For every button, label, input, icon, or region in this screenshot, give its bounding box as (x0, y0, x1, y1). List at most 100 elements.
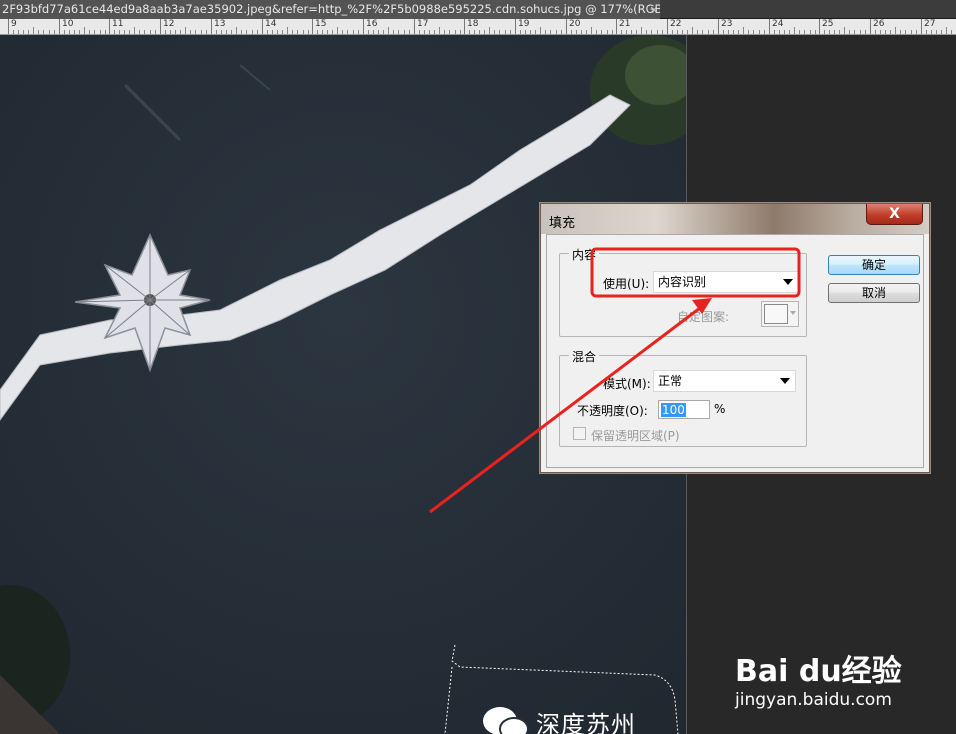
ruler-tick (718, 19, 719, 34)
ruler-label: 17 (417, 19, 429, 29)
content-group-label: 内容 (569, 246, 600, 263)
ok-button[interactable]: 确定 (828, 255, 920, 275)
ruler-tick (515, 19, 516, 34)
ruler-minor-tick (358, 30, 359, 34)
ruler-minor-tick (489, 27, 490, 34)
ruler-minor-tick (277, 30, 278, 34)
ruler-minor-tick (794, 27, 795, 34)
ruler-tick (8, 19, 9, 34)
ruler-minor-tick (895, 27, 896, 34)
ruler-tick (109, 19, 110, 34)
ruler-minor-tick (520, 30, 521, 34)
ruler-minor-tick (429, 30, 430, 34)
ruler-tick (160, 19, 161, 34)
ruler-minor-tick (69, 30, 70, 34)
document-tab-close-icon[interactable]: × (648, 0, 660, 19)
opacity-input[interactable]: 100 (658, 400, 710, 419)
ruler-minor-tick (332, 30, 333, 34)
ruler-minor-tick (373, 30, 374, 34)
ruler-minor-tick (201, 30, 202, 34)
mode-select[interactable]: 正常 (653, 370, 796, 392)
ruler-minor-tick (388, 27, 389, 34)
horizontal-ruler[interactable]: 9 10 11 12 13 14 15 16 17 18 19 20 21 22 23 24 25 26 27 (0, 19, 956, 35)
ruler-minor-tick (347, 30, 348, 34)
document-tab[interactable]: 2F93bfd77a61ce44ed9a8aab3a7ae35902.jpeg&… (0, 0, 660, 19)
blend-group-label: 混合 (569, 348, 600, 365)
ruler-minor-tick (383, 30, 384, 34)
ruler-minor-tick (951, 30, 952, 34)
wechat-watermark-text: 深度苏州 (536, 711, 636, 734)
ruler-minor-tick (353, 30, 354, 34)
ruler-label: 14 (265, 19, 277, 29)
ruler-minor-tick (308, 30, 309, 34)
ruler-minor-tick (479, 30, 480, 34)
ruler-minor-tick (636, 30, 637, 34)
ruler-tick (464, 19, 465, 34)
ruler-minor-tick (114, 30, 115, 34)
ruler-minor-tick (738, 30, 739, 34)
ruler-minor-tick (576, 30, 577, 34)
ruler-minor-tick (195, 30, 196, 34)
use-select[interactable]: 内容识别 (653, 271, 799, 293)
ruler-minor-tick (221, 30, 222, 34)
ruler-label: 18 (467, 19, 479, 29)
custom-pattern-picker (761, 301, 799, 327)
ruler-minor-tick (74, 30, 75, 34)
ruler-minor-tick (139, 30, 140, 34)
ruler-minor-tick (33, 27, 34, 34)
ruler-minor-tick (607, 30, 608, 34)
ruler-minor-tick (612, 30, 613, 34)
ruler-minor-tick (368, 30, 369, 34)
ruler-minor-tick (931, 30, 932, 34)
ruler-minor-tick (885, 30, 886, 34)
ruler-minor-tick (677, 30, 678, 34)
ruler-minor-tick (905, 30, 906, 34)
ruler-minor-tick (484, 30, 485, 34)
ruler-label: 21 (619, 19, 631, 29)
ruler-minor-tick (444, 30, 445, 34)
ruler-minor-tick (378, 30, 379, 34)
ruler-minor-tick (687, 30, 688, 34)
ruler-minor-tick (38, 30, 39, 34)
ruler-minor-tick (134, 27, 135, 34)
document-tab-bar: 2F93bfd77a61ce44ed9a8aab3a7ae35902.jpeg&… (0, 0, 956, 19)
ruler-label: 19 (518, 19, 530, 29)
ruler-minor-tick (510, 30, 511, 34)
ruler-minor-tick (875, 30, 876, 34)
ruler-minor-tick (591, 27, 592, 34)
preserve-transparency-checkbox[interactable] (573, 427, 586, 440)
ruler-minor-tick (550, 30, 551, 34)
ruler-minor-tick (581, 30, 582, 34)
ruler-minor-tick (474, 30, 475, 34)
ruler-minor-tick (43, 30, 44, 34)
ruler-minor-tick (180, 30, 181, 34)
ruler-minor-tick (779, 30, 780, 34)
ruler-minor-tick (272, 30, 273, 34)
ruler-minor-tick (119, 30, 120, 34)
ruler-label: 26 (873, 19, 885, 29)
ruler-minor-tick (100, 30, 101, 34)
ruler-minor-tick (626, 30, 627, 34)
ruler-minor-tick (303, 30, 304, 34)
ruler-label: 27 (924, 19, 936, 29)
dialog-close-button[interactable]: X (866, 204, 923, 225)
ruler-tick (819, 19, 820, 34)
ruler-minor-tick (409, 30, 410, 34)
ruler-minor-tick (854, 30, 855, 34)
ruler-minor-tick (911, 30, 912, 34)
dialog-titlebar[interactable]: 填充 X (541, 204, 929, 234)
dialog-title: 填充 (549, 216, 576, 231)
ruler-minor-tick (890, 30, 891, 34)
ruler-label: 23 (721, 19, 733, 29)
ruler-minor-tick (54, 30, 55, 34)
photoshop-window: 2F93bfd77a61ce44ed9a8aab3a7ae35902.jpeg&… (0, 0, 956, 734)
ruler-minor-tick (241, 30, 242, 34)
ruler-minor-tick (246, 30, 247, 34)
ruler-minor-tick (865, 30, 866, 34)
ruler-minor-tick (723, 30, 724, 34)
ruler-minor-tick (748, 30, 749, 34)
cancel-button[interactable]: 取消 (828, 283, 920, 303)
ruler-minor-tick (267, 30, 268, 34)
ruler-minor-tick (419, 30, 420, 34)
fill-dialog: 填充 X 内容 使用(U): 内容识别 自定图案: 混合 模式(M): 正常 不… (540, 203, 930, 473)
